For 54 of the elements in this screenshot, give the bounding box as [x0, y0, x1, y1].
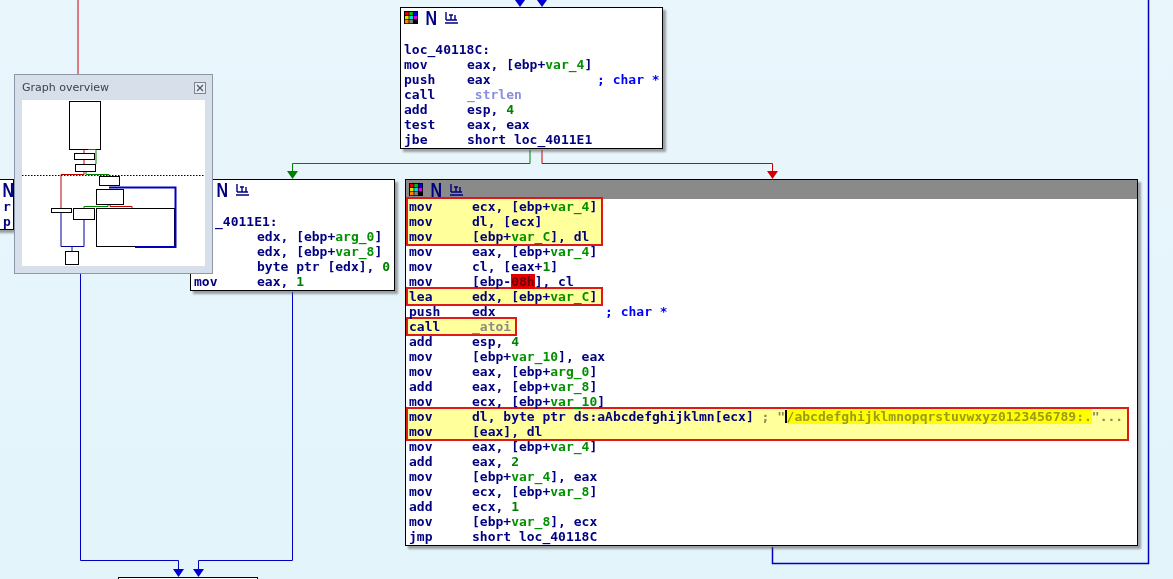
code-line: add eax, 2	[409, 454, 519, 469]
code-line: call _atoi	[409, 319, 512, 334]
code-line: add ecx, 1	[409, 499, 519, 514]
palette-icon[interactable]	[409, 183, 423, 196]
code-line: mov ecx, [ebp+var_10]	[409, 394, 606, 409]
code-line: mov [ebp+var_8], ecx	[409, 514, 598, 529]
code-line: mov eax, [ebp+var_4]	[409, 244, 598, 259]
window-title: Graph overview	[22, 81, 110, 94]
close-icon[interactable]	[194, 81, 206, 94]
code-line: jbe short loc_4011E1	[404, 132, 593, 147]
code-line: mov dl, [ecx]	[409, 214, 543, 229]
code-label: _4011E1:	[214, 214, 278, 229]
rename-icon[interactable]: N	[2, 180, 13, 199]
rename-icon[interactable]: N	[216, 180, 228, 199]
code-line: add esp, 4	[409, 334, 519, 349]
code-line: mov [ebp+var_10], eax	[409, 349, 606, 364]
code-line: test eax, eax	[404, 117, 530, 132]
graph-node[interactable]: N r p	[0, 179, 14, 230]
code-line: mov eax, [ebp+arg_0]	[409, 364, 598, 379]
graph-icon[interactable]	[235, 183, 251, 196]
code-line: add eax, [ebp+var_8]	[409, 379, 598, 394]
code-line: mov [ebp+var_C], dl	[409, 229, 590, 244]
code-line: r	[2, 199, 11, 214]
code-line: mov [ebp+var_4], eax	[409, 469, 598, 484]
code-line: edx, [ebp+var_8]	[256, 244, 383, 259]
graph-icon[interactable]	[444, 11, 460, 24]
code-line: call _strlen	[404, 87, 522, 102]
graph-minimap-drawing[interactable]	[22, 100, 205, 266]
code-line: mov cl, [eax+1]	[409, 259, 559, 274]
code-line: mov ecx, [ebp+var_8]	[409, 484, 598, 499]
code-line: mov [ebp-08h], cl	[409, 274, 574, 289]
code-line: lea edx, [ebp+var_C]	[409, 289, 598, 304]
code-line: mov eax, 1	[194, 274, 304, 289]
code-line: mov dl, byte ptr ds:aAbcdefghijklmn[ecx] ; "/abcdefghijklmnopqrstuvwxyz0123456789:."...	[409, 409, 1124, 424]
palette-icon[interactable]	[404, 11, 418, 24]
rename-icon[interactable]: N	[430, 180, 442, 199]
code-line: mov eax, [ebp+var_4]	[409, 439, 598, 454]
code-line: add esp, 4	[404, 102, 514, 117]
graph-node[interactable]	[405, 179, 1138, 546]
graph-node[interactable]: N loc_40118C: mov eax, [ebp+var_4] push eax ; char * call _strlen add esp, 4 test eax, eax jbe short loc_4011E1	[400, 7, 663, 149]
edge-arrow	[537, 0, 547, 7]
code-line: byte ptr [edx], 0	[256, 259, 391, 274]
code-line: edx, [ebp+arg_0]	[257, 229, 383, 244]
code-line: jmp short loc_40118C	[409, 529, 598, 544]
code-label: loc_40118C:	[404, 42, 491, 57]
code-line: mov ecx, [ebp+var_4]	[409, 199, 598, 214]
rename-icon[interactable]: N	[425, 8, 437, 27]
code-line: push eax ; char *	[404, 72, 660, 87]
edge-arrow	[515, 0, 525, 7]
code-line: push edx ; char *	[409, 304, 668, 319]
graph-node[interactable]: N _4011E1: edx, [ebp+arg_0] edx, [ebp+var_8] byte ptr [edx], 0 mov eax, 1	[190, 179, 395, 291]
code-line: p	[2, 214, 11, 229]
code-line: mov eax, [ebp+var_4]	[404, 57, 593, 72]
code-line: mov [eax], dl	[409, 424, 543, 439]
